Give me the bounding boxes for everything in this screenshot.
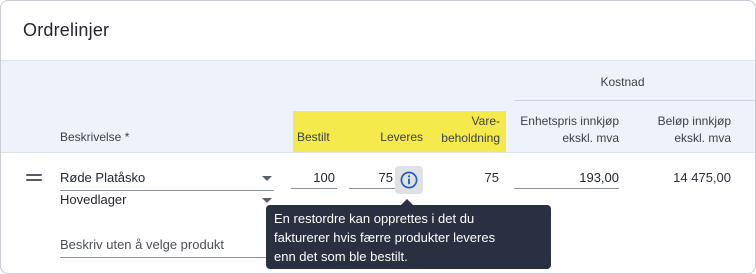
delivered-quantity-value: 75 bbox=[378, 170, 393, 185]
ordered-quantity-value: 100 bbox=[313, 170, 335, 185]
tooltip-line-3: enn det som ble bestilt. bbox=[274, 249, 408, 264]
column-header-amount-line2: ekskl. mva bbox=[674, 131, 731, 145]
amount-value: 14 475,00 bbox=[673, 170, 731, 185]
product-select[interactable]: Røde Platåsko bbox=[60, 170, 274, 191]
order-lines-panel: Ordrelinjer Kostnad Beskrivelse * Bestil… bbox=[0, 0, 756, 274]
panel-title: Ordrelinjer bbox=[23, 20, 110, 40]
column-header-stock: Vare- beholdning bbox=[428, 111, 506, 152]
info-button[interactable] bbox=[395, 166, 423, 194]
warehouse-select[interactable]: Hovedlager bbox=[60, 192, 274, 211]
chevron-down-icon bbox=[262, 198, 272, 203]
cost-group-label: Kostnad bbox=[600, 75, 645, 89]
cost-group-divider bbox=[514, 100, 755, 101]
column-header-unit-price: Enhetspris innkjøp ekskl. mva bbox=[506, 111, 623, 147]
info-icon bbox=[400, 171, 418, 189]
column-header-amount-line1: Beløp innkjøp bbox=[657, 114, 731, 128]
column-header-delivered: Leveres bbox=[346, 111, 428, 152]
product-select-value: Røde Platåsko bbox=[60, 170, 146, 185]
free-text-description-input[interactable]: Beskriv uten å velge produkt bbox=[60, 237, 274, 258]
column-header-description: Beskrivelse * bbox=[60, 130, 130, 144]
tooltip-line-1: En restordre kan opprettes i det du bbox=[274, 211, 475, 226]
unit-price-input[interactable]: 193,00 bbox=[514, 170, 619, 189]
column-header-stock-line1: Vare- bbox=[471, 114, 500, 128]
delivered-quantity-input[interactable]: 75 bbox=[349, 170, 395, 189]
restorder-tooltip: En restordre kan opprettes i det du fakt… bbox=[266, 199, 551, 269]
chevron-down-icon bbox=[262, 176, 272, 181]
stock-value: 75 bbox=[484, 170, 499, 185]
unit-price-value: 193,00 bbox=[579, 170, 619, 185]
drag-handle-icon[interactable] bbox=[26, 174, 42, 184]
ordered-quantity-input[interactable]: 100 bbox=[291, 170, 337, 189]
warehouse-select-value: Hovedlager bbox=[60, 192, 127, 207]
column-header-unit-price-line1: Enhetspris innkjøp bbox=[520, 114, 619, 128]
column-header-ordered: Bestilt bbox=[293, 111, 346, 152]
tooltip-line-2: fakturerer hvis færre produkter leveres bbox=[274, 230, 496, 245]
column-header-amount: Beløp innkjøp ekskl. mva bbox=[623, 111, 731, 147]
free-text-placeholder: Beskriv uten å velge produkt bbox=[60, 237, 225, 252]
column-header-unit-price-line2: ekskl. mva bbox=[562, 131, 619, 145]
column-header-stock-line2: beholdning bbox=[441, 131, 500, 145]
